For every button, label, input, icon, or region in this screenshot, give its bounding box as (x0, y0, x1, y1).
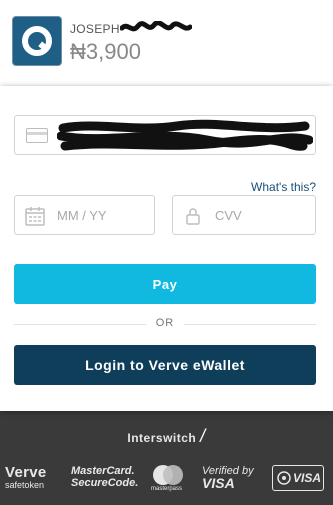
divider-line (184, 324, 316, 325)
security-badges: Verve safetoken MasterCard. SecureCode. … (0, 462, 333, 496)
safetoken-visa-label: VISA (293, 471, 322, 485)
masterpass-badge: masterpass (151, 464, 185, 494)
masterpass-icon (153, 465, 183, 485)
payment-header: JOSEPH- ₦3,900 (0, 0, 333, 87)
payment-form: What's this? Pay OR Login to Verve eWall… (0, 86, 333, 411)
redacted-card-number (57, 119, 313, 151)
mastercard-line1: MasterCard. (71, 465, 135, 477)
vbv-line2: VISA (202, 475, 235, 491)
whats-this-link[interactable]: What's this? (251, 180, 316, 194)
interswitch-slash-icon: / (200, 426, 206, 446)
cvv-input[interactable] (215, 196, 310, 234)
lock-icon (186, 208, 200, 225)
or-label: OR (155, 317, 175, 329)
expiry-input[interactable] (57, 196, 152, 234)
or-divider: OR (14, 316, 316, 332)
interswitch-brand: Interswitch / (0, 426, 333, 447)
interswitch-label: Interswitch (127, 431, 197, 445)
verve-badge-label: Verve (5, 464, 47, 481)
verve-ewallet-login-button[interactable]: Login to Verve eWallet (14, 345, 316, 385)
safetoken-icon (277, 471, 291, 485)
amount: ₦3,900 (70, 39, 141, 64)
merchant-name: JOSEPH- (70, 22, 125, 36)
card-number-field[interactable] (14, 115, 316, 155)
mastercard-line2: SecureCode. (71, 477, 139, 489)
redacted-name-scribble (120, 21, 192, 32)
calendar-icon (25, 207, 45, 226)
safetoken-visa-badge: VISA (272, 465, 324, 491)
verified-by-visa-badge: Verified by VISA (202, 465, 254, 491)
card-icon (26, 128, 48, 143)
pay-button[interactable]: Pay (14, 264, 316, 304)
mastercard-securecode-badge: MasterCard. SecureCode. (71, 465, 138, 489)
verve-safetoken-badge: Verve safetoken (5, 464, 47, 490)
quickteller-logo-icon (12, 16, 62, 66)
cvv-field[interactable] (172, 195, 316, 235)
verve-badge-sub: safetoken (5, 480, 45, 490)
expiry-field[interactable] (14, 195, 155, 235)
masterpass-label: masterpass (151, 486, 183, 492)
